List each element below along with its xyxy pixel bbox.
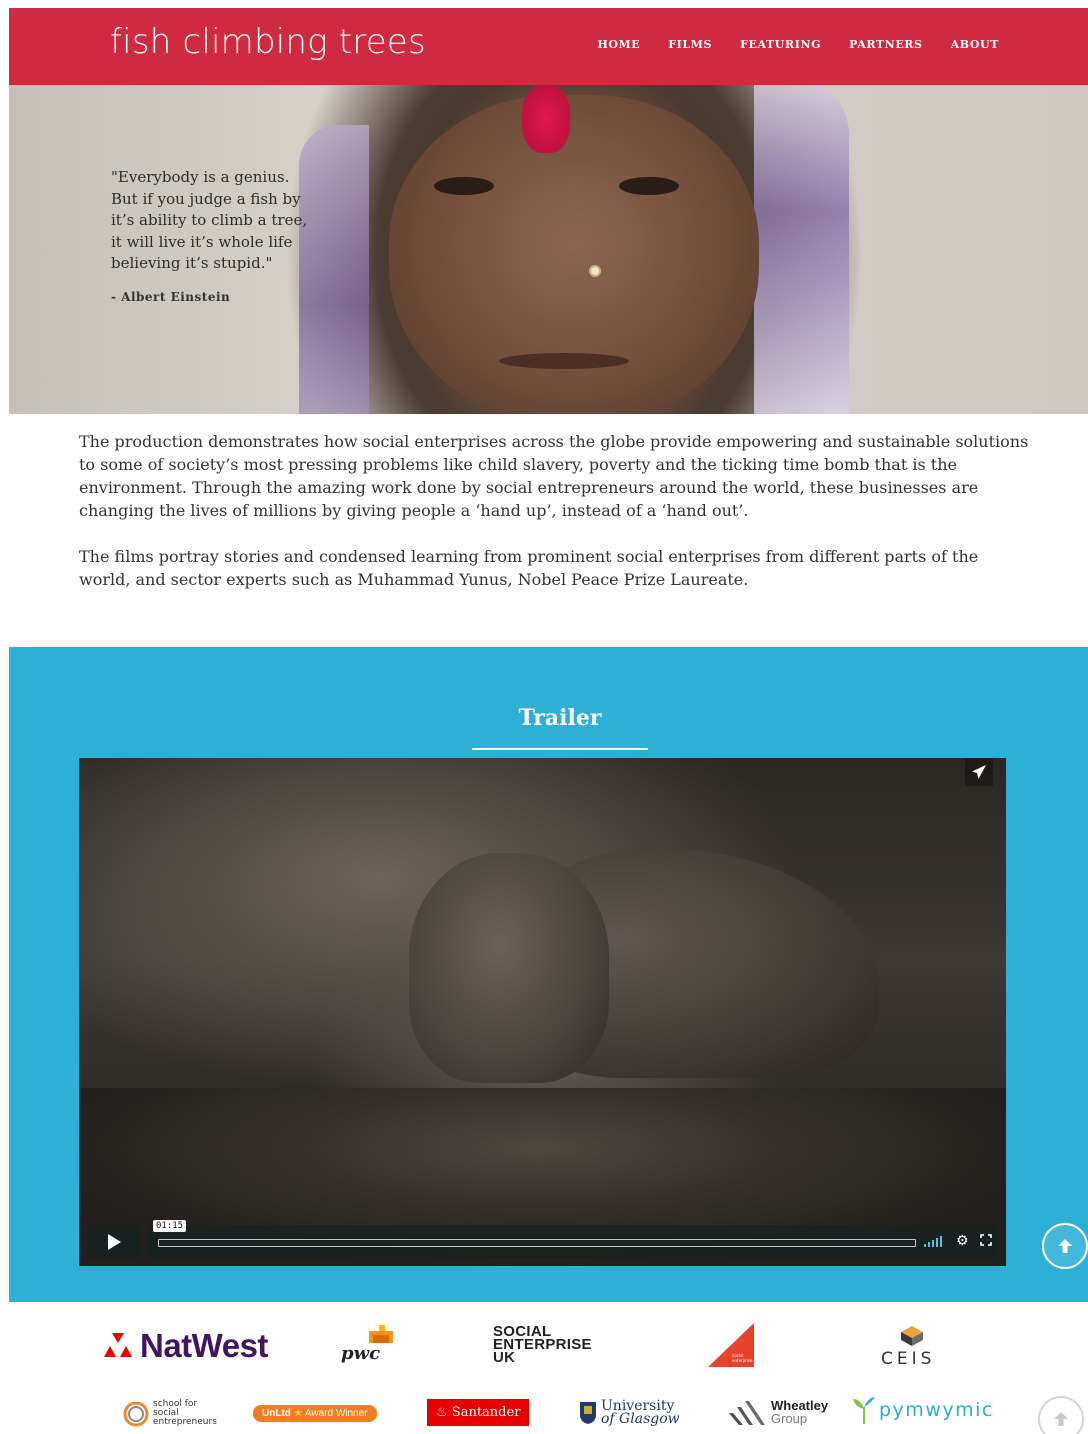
paper-plane-icon: [972, 765, 986, 779]
hero-quote: "Everybody is a genius. But if you judge…: [111, 167, 311, 275]
quote-line: But if you judge a fish by: [111, 189, 301, 208]
site-header: fish climbing trees HOME FILMS FEATURING…: [9, 8, 1088, 85]
intro-paragraph: The production demonstrates how social e…: [79, 432, 1029, 520]
hero-photo-eye: [619, 177, 679, 195]
partner-natwest[interactable]: NatWest: [102, 1327, 268, 1365]
partner-social-enterprise-uk[interactable]: SOCIAL ENTERPRISE UK: [493, 1324, 592, 1366]
trailer-heading: Trailer: [518, 705, 602, 731]
partner-santander[interactable]: ♨ Santander: [427, 1399, 530, 1426]
quote-author: - Albert Einstein: [111, 290, 231, 304]
progress-bar-container: 01:15 ⚙: [148, 1220, 998, 1259]
scroll-top-button[interactable]: [1038, 1396, 1084, 1434]
partner-university-of-glasgow[interactable]: University of Glasgow: [579, 1399, 680, 1427]
nav-home[interactable]: HOME: [597, 38, 640, 51]
partner-wheatley-group[interactable]: Wheatley Group: [729, 1399, 828, 1425]
hero-banner: "Everybody is a genius. But if you judge…: [9, 85, 1088, 414]
time-display: 01:15: [153, 1220, 187, 1232]
glasgow-line: of Glasgow: [601, 1411, 680, 1427]
pwc-wordmark: pwc: [341, 1343, 381, 1364]
santander-badge: ♨ Santander: [427, 1399, 530, 1426]
sse-wordmark: school for social entrepreneurs: [153, 1400, 217, 1427]
hero-photo-bindi: [522, 85, 570, 153]
hero-photo-eye: [434, 177, 494, 195]
quote-line: it will live it’s whole life: [111, 232, 293, 251]
glasgow-crest-icon: [580, 1402, 596, 1424]
trailer-divider: [472, 748, 648, 750]
quote-line: believing it’s stupid.": [111, 254, 273, 272]
hero-photo-scarf-right: [754, 85, 849, 414]
progress-bar[interactable]: [158, 1239, 916, 1247]
ceis-wordmark: CEIS: [881, 1349, 936, 1369]
seuk-line: UK: [493, 1349, 516, 1366]
hero-photo-nose-ring: [589, 265, 601, 277]
pymwymic-sprout-icon: [853, 1397, 875, 1424]
nav-about[interactable]: ABOUT: [951, 38, 999, 51]
sse-line: entrepreneurs: [153, 1417, 217, 1427]
unltd-badge: UnLtd ★ Award Winner: [253, 1405, 377, 1422]
quote-line: "Everybody is a genius.: [111, 168, 290, 186]
video-player[interactable]: 01:15 ⚙: [79, 758, 1006, 1266]
arrow-up-icon: [1054, 1412, 1068, 1426]
intro-text: The production demonstrates how social e…: [79, 430, 1029, 591]
gear-icon[interactable]: ⚙: [956, 1234, 969, 1248]
ceis-logo-icon: [901, 1326, 923, 1346]
santander-wordmark: Santander: [451, 1405, 521, 1420]
natwest-logo-icon: [104, 1333, 132, 1357]
wheatley-stripes-icon: [729, 1401, 765, 1425]
wheatley-wordmark: Wheatley Group: [771, 1399, 828, 1425]
star-icon: ★: [293, 1408, 305, 1419]
hero-photo-lips: [499, 353, 629, 369]
nav-films[interactable]: FILMS: [668, 38, 712, 51]
wheatley-line: Group: [771, 1411, 808, 1426]
partner-pwc[interactable]: pwc: [341, 1325, 401, 1365]
video-frame-iguana: [409, 853, 609, 1083]
partner-unltd[interactable]: UnLtd ★ Award Winner: [253, 1405, 377, 1422]
main-nav: HOME FILMS FEATURING PARTNERS ABOUT: [597, 38, 999, 51]
natwest-wordmark: NatWest: [140, 1327, 268, 1364]
social-enterprise-mark-text: social enterprise: [732, 1353, 753, 1363]
partner-ceis[interactable]: CEIS: [881, 1325, 945, 1369]
scroll-top-button[interactable]: [1042, 1223, 1088, 1269]
flame-icon: ♨: [436, 1405, 448, 1420]
arrow-up-icon: [1058, 1239, 1072, 1253]
site-logo[interactable]: fish climbing trees: [110, 22, 426, 62]
pymwymic-wordmark: pymwymic: [879, 1399, 994, 1421]
partner-pymwymic[interactable]: pymwymic: [851, 1395, 994, 1425]
partner-school-for-social-entrepreneurs[interactable]: school for social entrepreneurs: [123, 1400, 217, 1427]
nav-featuring[interactable]: FEATURING: [740, 38, 821, 51]
volume-bars-icon[interactable]: [924, 1236, 942, 1247]
nav-partners[interactable]: PARTNERS: [849, 38, 922, 51]
play-icon: [107, 1234, 121, 1250]
partner-social-enterprise-mark[interactable]: social enterprise: [708, 1323, 754, 1367]
sse-ring-icon: [123, 1401, 149, 1426]
unltd-award: Award Winner: [304, 1408, 368, 1419]
play-button[interactable]: [87, 1225, 140, 1259]
quote-line: it’s ability to climb a tree,: [111, 211, 308, 229]
unltd-name: UnLtd: [262, 1408, 291, 1419]
fullscreen-icon[interactable]: [980, 1234, 992, 1249]
pwc-logo-icon: [369, 1325, 393, 1343]
intro-paragraph: The films portray stories and condensed …: [79, 547, 979, 589]
trailer-section: Trailer 01:15 ⚙: [9, 647, 1088, 1302]
share-button[interactable]: [965, 758, 993, 786]
glasgow-wordmark: University of Glasgow: [601, 1399, 680, 1427]
video-controls: 01:15 ⚙: [87, 1220, 998, 1259]
